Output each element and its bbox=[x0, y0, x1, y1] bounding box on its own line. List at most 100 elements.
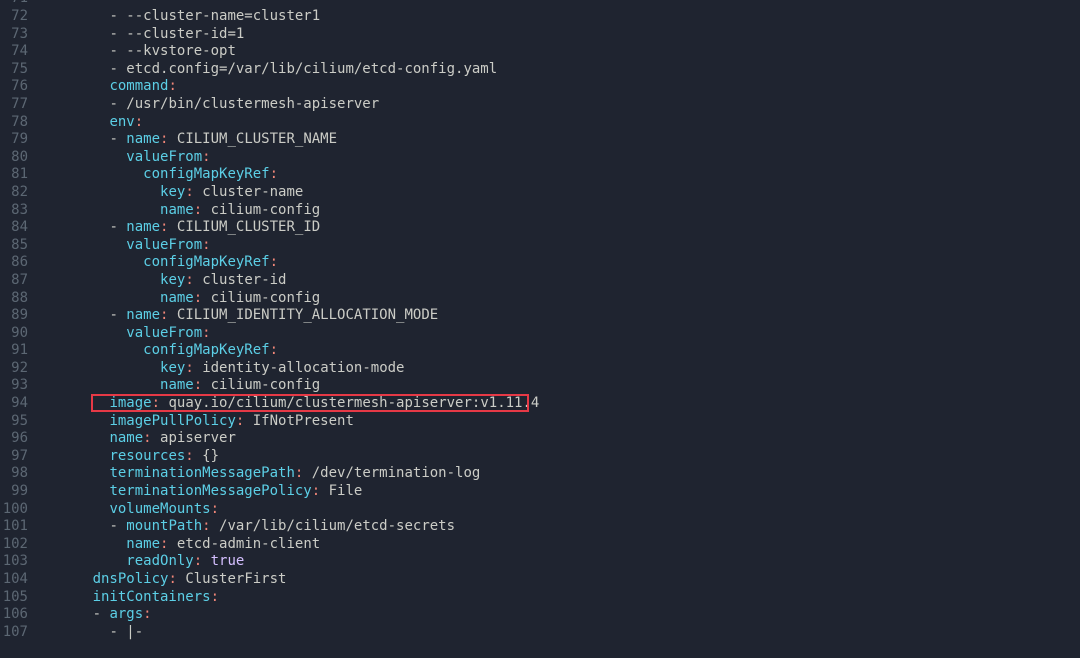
code-line[interactable]: 81 configMapKeyRef: bbox=[0, 166, 1080, 184]
code-content: name: etcd-admin-client bbox=[28, 536, 320, 554]
line-number: 106 bbox=[0, 606, 28, 624]
code-line[interactable]: 84 - name: CILIUM_CLUSTER_ID bbox=[0, 219, 1080, 237]
code-line[interactable]: 87 key: cluster-id bbox=[0, 272, 1080, 290]
code-content: - name: CILIUM_CLUSTER_ID bbox=[28, 219, 320, 237]
code-line[interactable]: 107 - |- bbox=[0, 624, 1080, 642]
code-content: dnsPolicy: ClusterFirst bbox=[28, 571, 286, 589]
code-line[interactable]: 99 terminationMessagePolicy: File bbox=[0, 483, 1080, 501]
code-line[interactable]: 89 - name: CILIUM_IDENTITY_ALLOCATION_MO… bbox=[0, 307, 1080, 325]
code-line[interactable]: 101 - mountPath: /var/lib/cilium/etcd-se… bbox=[0, 518, 1080, 536]
line-number: 82 bbox=[0, 184, 28, 202]
line-number: 97 bbox=[0, 448, 28, 466]
line-number: 83 bbox=[0, 202, 28, 220]
code-content: key: cluster-id bbox=[28, 272, 286, 290]
line-number: 104 bbox=[0, 571, 28, 589]
code-line[interactable]: 75 - etcd.config=/var/lib/cilium/etcd-co… bbox=[0, 61, 1080, 79]
code-content bbox=[28, 0, 109, 8]
code-line[interactable]: 95 imagePullPolicy: IfNotPresent bbox=[0, 413, 1080, 431]
code-line[interactable]: 71 bbox=[0, 0, 1080, 8]
code-content: - /usr/bin/clustermesh-apiserver bbox=[28, 96, 379, 114]
code-line[interactable]: 103 readOnly: true bbox=[0, 553, 1080, 571]
code-line[interactable]: 100 volumeMounts: bbox=[0, 501, 1080, 519]
line-number: 100 bbox=[0, 501, 28, 519]
code-content: initContainers: bbox=[28, 589, 219, 607]
line-number: 107 bbox=[0, 624, 28, 642]
code-line[interactable]: 85 valueFrom: bbox=[0, 237, 1080, 255]
code-editor[interactable]: 71 72 - --cluster-name=cluster173 - --cl… bbox=[0, 0, 1080, 641]
highlighted-line[interactable]: 94 image: quay.io/cilium/clustermesh-api… bbox=[0, 395, 1080, 413]
line-number: 78 bbox=[0, 114, 28, 132]
code-content: - --cluster-id=1 bbox=[28, 26, 244, 44]
code-line[interactable]: 93 name: cilium-config bbox=[0, 377, 1080, 395]
code-content: - name: CILIUM_IDENTITY_ALLOCATION_MODE bbox=[28, 307, 438, 325]
code-content: readOnly: true bbox=[28, 553, 244, 571]
code-content: key: cluster-name bbox=[28, 184, 303, 202]
line-number: 102 bbox=[0, 536, 28, 554]
line-number: 77 bbox=[0, 96, 28, 114]
code-line[interactable]: 78 env: bbox=[0, 114, 1080, 132]
code-content: name: cilium-config bbox=[28, 290, 320, 308]
code-content: - --cluster-name=cluster1 bbox=[28, 8, 320, 26]
code-content: valueFrom: bbox=[28, 149, 211, 167]
code-content: command: bbox=[28, 78, 177, 96]
code-line[interactable]: 97 resources: {} bbox=[0, 448, 1080, 466]
line-number: 103 bbox=[0, 553, 28, 571]
code-line[interactable]: 104 dnsPolicy: ClusterFirst bbox=[0, 571, 1080, 589]
code-content: - name: CILIUM_CLUSTER_NAME bbox=[28, 131, 337, 149]
code-content: - --kvstore-opt bbox=[28, 43, 236, 61]
code-line[interactable]: 96 name: apiserver bbox=[0, 430, 1080, 448]
code-line[interactable]: 91 configMapKeyRef: bbox=[0, 342, 1080, 360]
line-number: 72 bbox=[0, 8, 28, 26]
line-number: 88 bbox=[0, 290, 28, 308]
code-line[interactable]: 83 name: cilium-config bbox=[0, 202, 1080, 220]
line-number: 86 bbox=[0, 254, 28, 272]
code-line[interactable]: 79 - name: CILIUM_CLUSTER_NAME bbox=[0, 131, 1080, 149]
line-number: 93 bbox=[0, 377, 28, 395]
code-content: valueFrom: bbox=[28, 325, 211, 343]
line-number: 101 bbox=[0, 518, 28, 536]
line-number: 71 bbox=[0, 0, 28, 8]
code-line[interactable]: 82 key: cluster-name bbox=[0, 184, 1080, 202]
code-content: configMapKeyRef: bbox=[28, 166, 278, 184]
code-line[interactable]: 90 valueFrom: bbox=[0, 325, 1080, 343]
code-line[interactable]: 74 - --kvstore-opt bbox=[0, 43, 1080, 61]
line-number: 81 bbox=[0, 166, 28, 184]
line-number: 74 bbox=[0, 43, 28, 61]
code-line[interactable]: 98 terminationMessagePath: /dev/terminat… bbox=[0, 465, 1080, 483]
code-line[interactable]: 86 configMapKeyRef: bbox=[0, 254, 1080, 272]
line-number: 75 bbox=[0, 61, 28, 79]
code-content: image: quay.io/cilium/clustermesh-apiser… bbox=[28, 395, 539, 413]
code-content: key: identity-allocation-mode bbox=[28, 360, 404, 378]
code-content: name: cilium-config bbox=[28, 377, 320, 395]
line-number: 85 bbox=[0, 237, 28, 255]
code-content: imagePullPolicy: IfNotPresent bbox=[28, 413, 354, 431]
code-content: name: cilium-config bbox=[28, 202, 320, 220]
line-number: 91 bbox=[0, 342, 28, 360]
line-number: 94 bbox=[0, 395, 28, 413]
line-number: 79 bbox=[0, 131, 28, 149]
code-line[interactable]: 105 initContainers: bbox=[0, 589, 1080, 607]
line-number: 73 bbox=[0, 26, 28, 44]
code-line[interactable]: 76 command: bbox=[0, 78, 1080, 96]
code-line[interactable]: 106 - args: bbox=[0, 606, 1080, 624]
code-line[interactable]: 88 name: cilium-config bbox=[0, 290, 1080, 308]
code-content: configMapKeyRef: bbox=[28, 254, 278, 272]
code-line[interactable]: 92 key: identity-allocation-mode bbox=[0, 360, 1080, 378]
code-line[interactable]: 72 - --cluster-name=cluster1 bbox=[0, 8, 1080, 26]
line-number: 90 bbox=[0, 325, 28, 343]
code-line[interactable]: 102 name: etcd-admin-client bbox=[0, 536, 1080, 554]
code-content: env: bbox=[28, 114, 143, 132]
code-line[interactable]: 77 - /usr/bin/clustermesh-apiserver bbox=[0, 96, 1080, 114]
code-line[interactable]: 73 - --cluster-id=1 bbox=[0, 26, 1080, 44]
line-number: 98 bbox=[0, 465, 28, 483]
code-content: configMapKeyRef: bbox=[28, 342, 278, 360]
code-line[interactable]: 80 valueFrom: bbox=[0, 149, 1080, 167]
line-number: 80 bbox=[0, 149, 28, 167]
code-content: resources: {} bbox=[28, 448, 219, 466]
code-content: - etcd.config=/var/lib/cilium/etcd-confi… bbox=[28, 61, 497, 79]
line-number: 84 bbox=[0, 219, 28, 237]
line-number: 87 bbox=[0, 272, 28, 290]
code-content: terminationMessagePath: /dev/termination… bbox=[28, 465, 480, 483]
code-content: - args: bbox=[28, 606, 152, 624]
code-content: - |- bbox=[28, 624, 143, 642]
